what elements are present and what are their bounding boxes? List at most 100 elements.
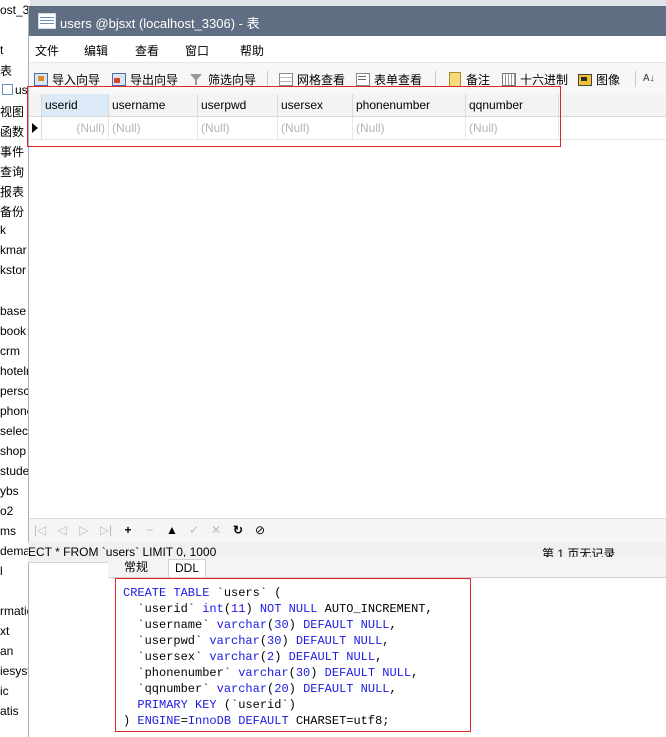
tree-item[interactable]: o2 — [0, 504, 13, 518]
move-up-icon[interactable]: ▲ — [165, 523, 179, 537]
delete-record-icon[interactable]: − — [143, 523, 157, 537]
tree-item[interactable]: persc — [0, 384, 29, 398]
tree-item[interactable]: t — [0, 43, 3, 57]
filter-wizard-button[interactable]: 筛选向导 — [189, 70, 256, 88]
image-button[interactable]: 图像 — [577, 70, 620, 88]
column-header-usersex[interactable]: usersex — [278, 94, 353, 116]
tree-item[interactable]: atis — [0, 704, 19, 718]
form-icon — [355, 72, 371, 86]
tree-item[interactable]: shop — [0, 444, 26, 458]
ddl-code: CREATE TABLE `users` ( `userid` int(11) … — [123, 586, 433, 728]
export-label: 导出向导 — [130, 72, 179, 87]
grid-header: userid username userpwd usersex phonenum… — [29, 94, 666, 117]
ddl-panel: CREATE TABLE `users` ( `userid` int(11) … — [108, 578, 666, 732]
image-icon — [577, 72, 593, 86]
cell-qqnumber[interactable]: (Null) — [466, 117, 559, 139]
memo-button[interactable]: 备注 — [447, 70, 490, 88]
tree-item-users[interactable]: use — [2, 83, 30, 97]
menu-window[interactable]: 窗口 — [185, 42, 209, 59]
cell-userpwd[interactable]: (Null) — [198, 117, 278, 139]
tree-item[interactable]: book — [0, 324, 26, 338]
tree-item-events[interactable]: 事件 — [0, 143, 24, 160]
tree-item[interactable]: phone — [0, 404, 30, 418]
tree-item[interactable]: ost_33 — [0, 3, 30, 17]
import-wizard-button[interactable]: 导入向导 — [33, 70, 100, 88]
current-row-indicator — [29, 117, 42, 139]
cancel-changes-icon[interactable]: ✕ — [209, 523, 223, 537]
menu-view[interactable]: 查看 — [135, 42, 159, 59]
last-record-icon[interactable]: ▷| — [99, 523, 113, 537]
filter-icon — [189, 72, 205, 86]
tree-item-reports[interactable]: 报表 — [0, 183, 24, 200]
column-header-phonenumber[interactable]: phonenumber — [353, 94, 466, 116]
column-header-username[interactable]: username — [109, 94, 198, 116]
hex-button[interactable]: 十六进制 — [501, 70, 568, 88]
export-icon — [111, 72, 127, 86]
apply-changes-icon[interactable]: ✓ — [187, 523, 201, 537]
stop-icon[interactable]: ⊘ — [253, 523, 267, 537]
hex-icon — [501, 72, 517, 86]
menu-file[interactable]: 文件 — [35, 42, 59, 59]
tree-item[interactable]: hotelr — [0, 364, 30, 378]
tree-item[interactable]: ms — [0, 524, 16, 538]
toolbar-separator — [267, 71, 268, 87]
previous-record-icon[interactable]: ◁ — [55, 523, 69, 537]
cell-username[interactable]: (Null) — [109, 117, 198, 139]
tree-item[interactable]: l — [0, 564, 3, 578]
menu-bar: 文件 编辑 查看 窗口 帮助 — [29, 36, 666, 62]
add-record-icon[interactable]: + — [121, 523, 135, 537]
tree-item-backups[interactable]: 备份 — [0, 203, 24, 220]
column-header-userid[interactable]: userid — [42, 94, 109, 116]
table-row[interactable]: (Null) (Null) (Null) (Null) (Null) (Null… — [29, 117, 666, 140]
cell-phonenumber[interactable]: (Null) — [353, 117, 466, 139]
menu-help[interactable]: 帮助 — [240, 42, 264, 59]
form-view-button[interactable]: 表单查看 — [355, 70, 422, 88]
tree-item[interactable]: base — [0, 304, 26, 318]
first-record-icon[interactable]: |◁ — [33, 523, 47, 537]
cell-userid[interactable]: (Null) — [42, 117, 109, 139]
record-navigation-bar: |◁ ◁ ▷ ▷| + − ▲ ✓ ✕ ↻ ⊘ — [29, 518, 666, 544]
tree-item-views[interactable]: 视图 — [0, 103, 24, 120]
toolbar-separator — [635, 71, 636, 87]
tree-item-tables[interactable]: 表 — [0, 62, 12, 79]
table-icon — [38, 13, 56, 29]
memo-icon — [447, 72, 463, 87]
tree-item[interactable]: select — [0, 424, 30, 438]
memo-label: 备注 — [466, 72, 491, 87]
export-wizard-button[interactable]: 导出向导 — [111, 70, 178, 88]
tree-item[interactable]: dema — [0, 544, 30, 558]
form-view-label: 表单查看 — [374, 72, 423, 87]
import-icon — [33, 72, 49, 86]
tree-item[interactable]: kstor — [0, 263, 26, 277]
tree-item[interactable]: k — [0, 223, 6, 237]
image-label: 图像 — [596, 72, 621, 87]
tab-ddl[interactable]: DDL — [168, 559, 207, 577]
refresh-icon[interactable]: ↻ — [231, 523, 245, 537]
tab-general[interactable]: 常规 — [118, 559, 154, 576]
tree-item[interactable]: crm — [0, 344, 20, 358]
tree-item[interactable]: ic — [0, 684, 9, 698]
tree-item-queries[interactable]: 查询 — [0, 163, 24, 180]
tree-item[interactable]: xt — [0, 624, 9, 638]
row-indicator-header — [29, 94, 42, 116]
sort-button[interactable]: A↓ — [643, 70, 662, 88]
tree-item[interactable]: an — [0, 644, 13, 658]
ddl-line: `users` ( — [216, 586, 282, 600]
cell-usersex[interactable]: (Null) — [278, 117, 353, 139]
column-header-userpwd[interactable]: userpwd — [198, 94, 278, 116]
grid-view-button[interactable]: 网格查看 — [278, 70, 345, 88]
menu-edit[interactable]: 编辑 — [84, 42, 108, 59]
column-header-qqnumber[interactable]: qqnumber — [466, 94, 559, 116]
table-icon — [2, 84, 13, 95]
tree-item[interactable]: kmar — [0, 243, 27, 257]
toolbar: 导入向导 导出向导 筛选向导 网格查看 表单查看 备注 十六进制 图像 A↓ — [29, 62, 666, 96]
tree-item[interactable]: stude — [0, 464, 29, 478]
title-bar[interactable]: users @bjsxt (localhost_3306) - 表 — [29, 6, 666, 36]
tree-item[interactable]: ybs — [0, 484, 19, 498]
filter-label: 筛选向导 — [208, 72, 257, 87]
next-record-icon[interactable]: ▷ — [77, 523, 91, 537]
toolbar-separator — [435, 71, 436, 87]
grid-view-label: 网格查看 — [297, 72, 346, 87]
sort-az-icon: A↓ — [643, 73, 655, 84]
tree-item-functions[interactable]: 函数 — [0, 123, 24, 140]
